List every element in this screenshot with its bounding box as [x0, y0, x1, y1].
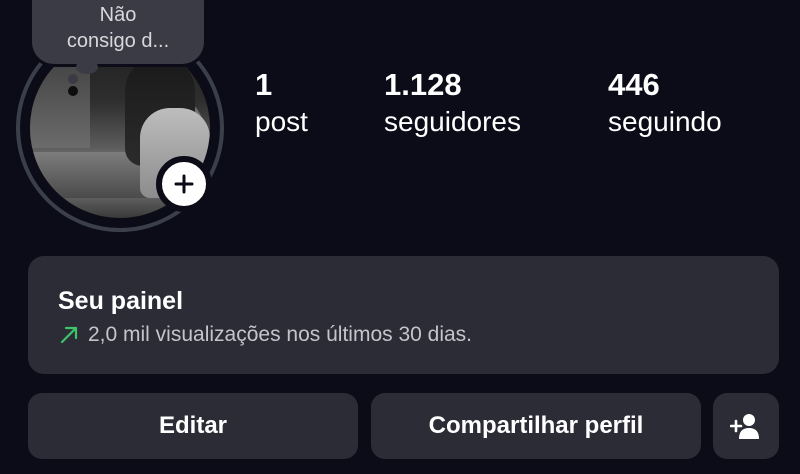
trending-up-arrow-icon: [58, 324, 80, 346]
following-count: 446: [608, 67, 660, 102]
followers-count: 1.128: [384, 67, 462, 102]
add-story-button[interactable]: [156, 156, 212, 212]
dashboard-subtitle: 2,0 mil visualizações nos últimos 30 dia…: [88, 323, 473, 346]
note-tail-small: [68, 74, 78, 84]
plus-icon: [174, 174, 194, 194]
profile-page: Não consigo d... 1 post 1.128 seguidores…: [0, 0, 800, 474]
posts-label: post: [255, 106, 308, 137]
note-tail-large: [76, 60, 98, 74]
followers-label: seguidores: [384, 106, 521, 137]
note-text: Não consigo d...: [66, 4, 170, 52]
stat-posts[interactable]: 1 post: [255, 66, 308, 140]
edit-profile-button[interactable]: Editar: [28, 393, 358, 459]
dashboard-title: Seu painel: [58, 287, 184, 315]
dashboard-subtitle-row: 2,0 mil visualizações nos últimos 30 dia…: [58, 322, 472, 348]
photo-dot: [68, 86, 78, 96]
share-profile-button[interactable]: Compartilhar perfil: [371, 393, 701, 459]
stat-followers[interactable]: 1.128 seguidores: [384, 66, 521, 140]
stat-following[interactable]: 446 seguindo: [608, 66, 722, 140]
person-add-icon: [730, 414, 759, 439]
note-bubble[interactable]: Não consigo d...: [32, 0, 204, 84]
dashboard-card[interactable]: Seu painel 2,0 mil visualizações nos últ…: [28, 256, 779, 374]
posts-count: 1: [255, 67, 273, 102]
following-label: seguindo: [608, 106, 722, 137]
discover-people-button[interactable]: [713, 393, 779, 459]
